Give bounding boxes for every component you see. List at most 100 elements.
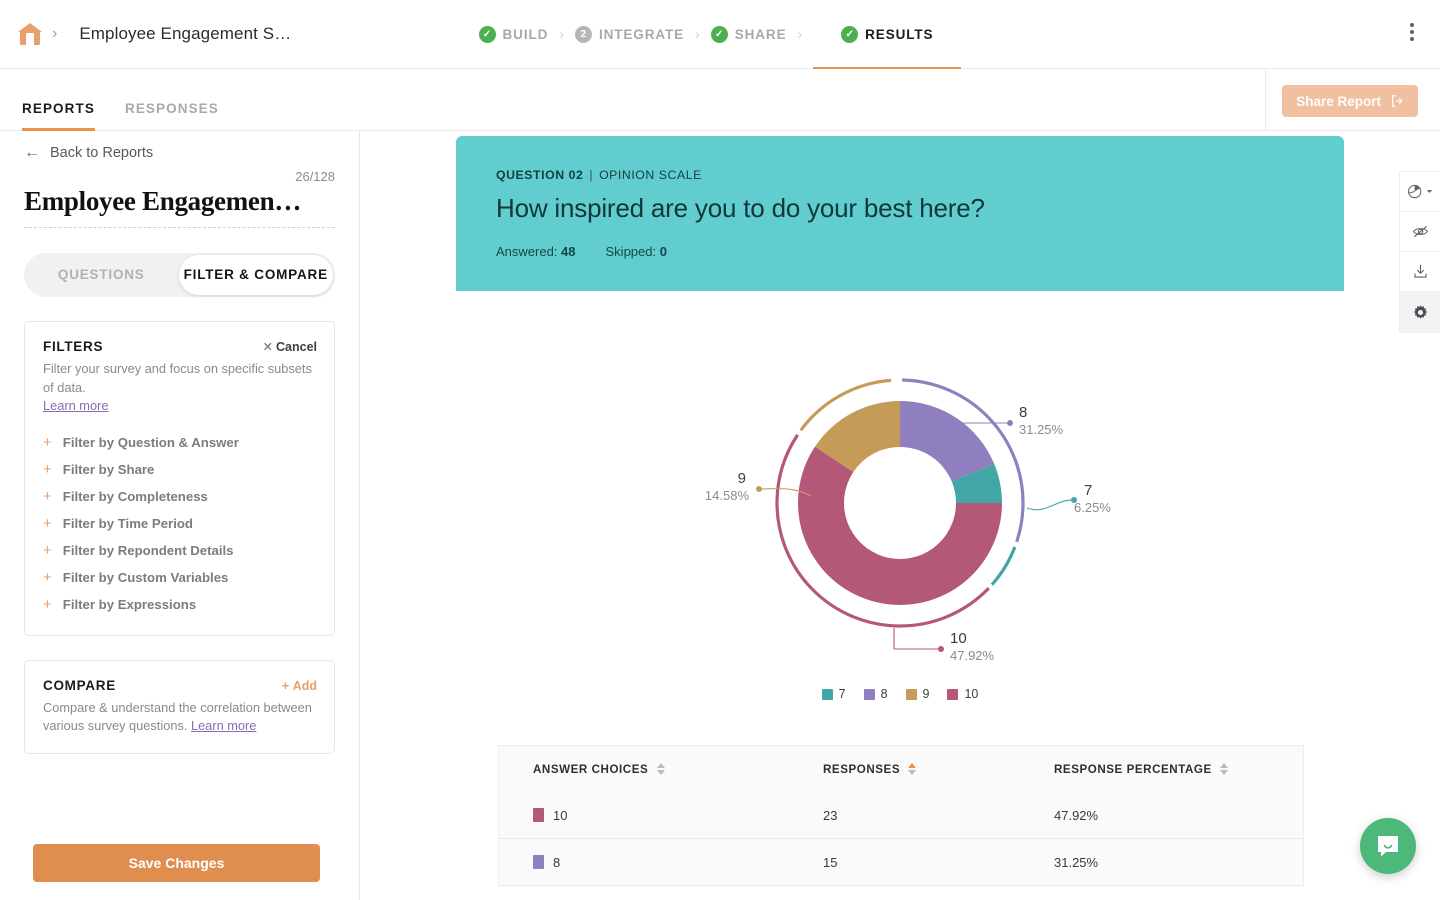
question-text: How inspired are you to do your best her… [496,193,985,223]
download-icon [1413,264,1427,278]
legend-item-8[interactable]: 8 [863,687,888,701]
legend-swatch-9 [905,688,917,700]
filter-label: Filter by Time Period [62,515,193,531]
filters-title: FILTERS [43,339,104,354]
slice-8[interactable] [900,401,995,482]
legend-swatch-10 [947,688,959,700]
share-report-label: Share Report [1296,93,1381,109]
donut-label-7-pct: 6.25% [1074,500,1111,515]
external-link-icon [1392,95,1403,107]
legend-item-9[interactable]: 9 [905,687,929,701]
save-changes-button[interactable]: Save Changes [33,844,320,882]
sort-desc-icon [1219,770,1228,775]
donut-chart: 8 31.25% 7 6.25% 9 14.58% 10 47.92% [456,291,1344,748]
chat-launcher-button[interactable] [1360,818,1416,874]
filter-by-custom-variables[interactable]: + Filter by Custom Variables [43,564,317,591]
step-integrate[interactable]: 2 INTEGRATE [574,25,684,43]
question-meta: QUESTION 02 | OPINION SCALE [496,168,702,182]
arrow-left-icon: ← [24,144,40,161]
legend-label-7: 7 [838,687,846,701]
sort-response-percentage[interactable] [1219,763,1228,775]
question-header-card: QUESTION 02 | OPINION SCALE How inspired… [456,136,1344,291]
chart-type-button[interactable] [1400,172,1440,212]
legend-item-10[interactable]: 10 [947,687,978,701]
filter-label: Filter by Repondent Details [62,542,234,558]
filters-description: Filter your survey and focus on specific… [43,360,317,416]
step-separator-icon: › [559,26,564,42]
main-content: QUESTION 02 | OPINION SCALE How inspired… [361,131,1440,900]
compare-description-text: Compare & understand the correlation bet… [43,699,312,734]
column-header-answer-choices: ANSWER CHOICES [533,762,649,776]
sort-answer-choices[interactable] [657,763,666,775]
row-responses: 15 [823,854,838,870]
step-build-label: BUILD [502,26,549,42]
donut-slices [775,378,1025,628]
chart-toolbar [1399,171,1440,333]
top-bar: › Employee Engagement S… ✓ BUILD › 2 INT… [0,0,1440,70]
legend-swatch-8 [863,688,875,700]
filter-by-expressions[interactable]: + Filter by Expressions [43,591,317,618]
back-to-reports-button[interactable]: ← Back to Reports [0,131,359,162]
filter-label: Filter by Custom Variables [62,569,229,585]
filter-by-time-period[interactable]: + Filter by Time Period [43,510,317,537]
breadcrumb-survey-title: Employee Engagement S… [79,24,292,43]
segment-questions[interactable]: QUESTIONS [24,253,179,297]
step-integrate-badge: 2 [574,25,592,43]
settings-button[interactable] [1400,292,1440,332]
plus-icon: + [43,433,52,451]
download-button[interactable] [1400,252,1440,292]
answered-value: 48 [561,244,576,259]
filter-by-share[interactable]: + Filter by Share [43,456,317,483]
step-share[interactable]: ✓ SHARE [710,25,787,43]
breadcrumb: › Employee Engagement S… [0,23,291,45]
legend-item-7[interactable]: 7 [821,687,846,701]
filters-card: FILTERS ✕ Cancel Filter your survey and f… [24,321,335,636]
sidebar: ← Back to Reports 26/128 Employee Engage… [0,131,360,900]
toolbar-divider [1265,69,1266,130]
sort-asc-icon [1219,763,1228,768]
step-share-label: SHARE [734,26,787,42]
tab-bar: REPORTS RESPONSES Share Report [0,69,1440,131]
hide-question-button[interactable] [1400,212,1440,252]
filters-description-text: Filter your survey and focus on specific… [43,361,312,395]
legend-swatch-7 [821,688,833,700]
compare-add-label: Add [292,678,317,693]
step-results[interactable]: ✓ RESULTS [813,0,962,70]
page-title: Employee Engagemen… [24,186,335,228]
step-build[interactable]: ✓ BUILD [478,25,549,43]
filter-label: Filter by Question & Answer [62,434,239,450]
column-header-response-percentage: RESPONSE PERCENTAGE [1054,762,1212,776]
table-row: 10 23 47.92% [499,792,1303,839]
filters-learn-more-link[interactable]: Learn more [43,398,108,413]
row-percentage: 31.25% [1054,854,1099,870]
question-number: QUESTION 02 [496,168,584,182]
tab-responses[interactable]: RESPONSES [125,101,219,130]
table-row: 8 15 31.25% [499,839,1303,886]
compare-learn-more-link[interactable]: Learn more [191,718,256,733]
filters-cancel-button[interactable]: ✕ Cancel [263,339,317,354]
chat-bubble-icon [1378,836,1398,857]
sort-responses[interactable] [908,763,917,775]
filter-label: Filter by Share [62,461,155,477]
eye-slash-icon [1412,225,1428,238]
plus-icon: + [43,514,52,532]
more-vertical-icon[interactable] [1410,23,1414,41]
filter-by-question-answer[interactable]: + Filter by Question & Answer [43,429,317,456]
segment-filter-compare[interactable]: FILTER & COMPARE [178,255,333,295]
share-report-button[interactable]: Share Report [1282,85,1418,117]
filter-by-respondent-details[interactable]: + Filter by Repondent Details [43,537,317,564]
compare-add-button[interactable]: + Add [282,679,317,693]
legend-label-10: 10 [964,687,979,701]
plus-icon: + [43,595,52,613]
filter-by-completeness[interactable]: + Filter by Completeness [43,483,317,510]
chart-legend: 7 8 9 10 [456,687,1344,701]
step-separator-icon: › [695,26,700,42]
skipped-stat: Skipped: 0 [606,244,667,259]
step-build-check-icon: ✓ [478,25,496,43]
home-icon[interactable] [18,23,42,45]
compare-title: COMPARE [43,677,116,693]
tab-reports[interactable]: REPORTS [22,101,95,131]
legend-label-8: 8 [880,687,888,701]
close-icon: ✕ [262,340,273,354]
filters-cancel-label: Cancel [276,340,317,354]
